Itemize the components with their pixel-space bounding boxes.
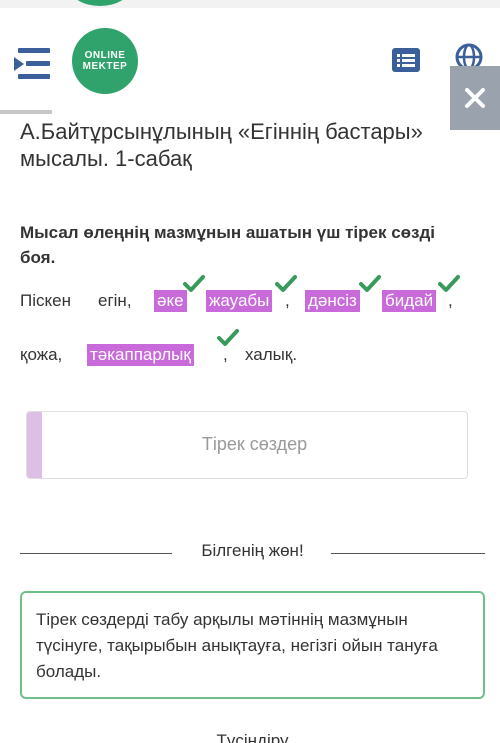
drop-zone-label: Тірек сөздер (201, 434, 308, 454)
knowledge-tip-box: Тірек сөздерді табу арқылы мәтіннің мазм… (20, 591, 485, 699)
knowledge-divider-label: Білгенің жөн! (201, 541, 304, 560)
task-question: Мысал өлеңнің мазмұнын ашатын үш тірек с… (20, 223, 436, 267)
keywords-drop-zone[interactable]: Тірек сөздер (26, 411, 468, 479)
header: ONLINE MEKTEP (0, 8, 500, 130)
check-icon (183, 275, 205, 292)
word-token[interactable]: халық. (245, 344, 297, 366)
online-mektep-logo[interactable]: ONLINE MEKTEP (72, 28, 138, 94)
top-status-strip (0, 0, 500, 8)
page-title: А.Байтұрсынұлының «Егіннің бастары» мыса… (20, 119, 423, 171)
divider-line-right (331, 553, 485, 554)
menu-button[interactable] (0, 38, 52, 120)
menu-underline (0, 110, 52, 114)
list-icon[interactable] (392, 48, 420, 72)
logo-text-line1: ONLINE (84, 50, 126, 61)
check-icon (275, 275, 297, 292)
close-icon (465, 88, 485, 108)
word-token[interactable]: егін, (98, 290, 132, 312)
word-token[interactable]: қожа, (20, 344, 62, 366)
knowledge-tip-text: Тірек сөздерді табу арқылы мәтіннің мазм… (36, 610, 438, 681)
explanation-divider-label: Түсіндіру (216, 731, 289, 743)
check-icon (359, 275, 381, 292)
word-token-selected[interactable]: бидай (382, 290, 437, 312)
check-icon (217, 329, 239, 346)
explanation-divider: Түсіндіру (20, 731, 485, 743)
word-token-selected[interactable]: дәнсіз (305, 290, 360, 312)
check-icon (438, 275, 460, 292)
top-strip-shape (70, 0, 130, 6)
word-token-selected[interactable]: жауабы (206, 290, 273, 312)
menu-bar-3 (18, 74, 50, 79)
hamburger-menu-icon (14, 57, 24, 71)
menu-bar-2 (26, 61, 50, 66)
word-token[interactable]: Піскен (20, 290, 71, 312)
drop-zone-accent (27, 412, 42, 478)
close-button[interactable] (450, 66, 500, 130)
menu-bar-1 (18, 48, 50, 53)
logo-text-line2: MEKTEP (82, 61, 128, 72)
word-token-selected[interactable]: тәкаппарлық (87, 344, 194, 366)
knowledge-divider: Білгенің жөн! (20, 541, 485, 565)
